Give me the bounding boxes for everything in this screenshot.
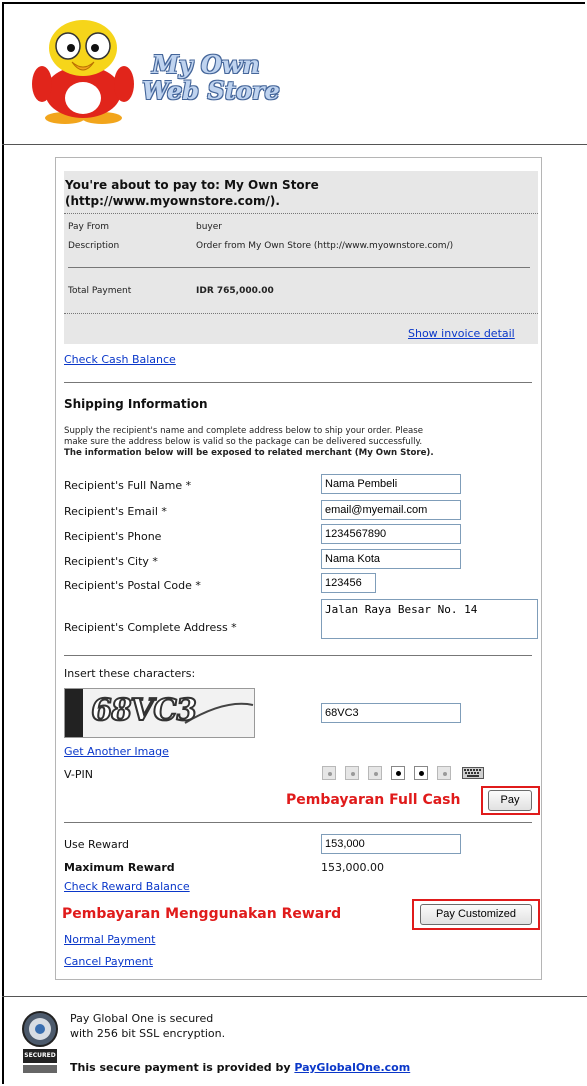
shipping-note-bold: The information below will be exposed to… <box>64 448 434 458</box>
merchant-title-line-1: You're about to pay to: My Own Store <box>65 178 319 192</box>
section-divider-1 <box>64 382 532 383</box>
recipient-postal-label: Recipient's Postal Code * <box>64 579 201 592</box>
section-divider-3 <box>64 822 532 823</box>
check-reward-balance-link[interactable]: Check Reward Balance <box>64 880 190 893</box>
header-divider <box>2 144 587 145</box>
description-value: Order from My Own Store (http://www.myow… <box>196 241 454 251</box>
store-logo[interactable]: My Own Web Store <box>20 14 290 126</box>
pay-from-label: Pay From <box>68 222 110 232</box>
vpin-keypad[interactable] <box>322 766 522 782</box>
merchant-title: You're about to pay to: My Own Store (ht… <box>65 177 535 209</box>
recipient-postal-input[interactable]: 123456 <box>321 573 376 593</box>
recipient-city-input[interactable]: Nama Kota <box>321 549 461 569</box>
use-reward-input[interactable]: 153,000 <box>321 834 461 854</box>
vpin-key-5[interactable] <box>414 766 428 780</box>
recipient-city-label: Recipient's City * <box>64 555 158 568</box>
total-divider <box>64 313 538 314</box>
reward-annotation: Pembayaran Menggunakan Reward <box>62 906 342 922</box>
total-payment-value: IDR 765,000.00 <box>196 286 274 296</box>
max-reward-label: Maximum Reward <box>64 861 175 874</box>
captcha-input[interactable]: 68VC3 <box>321 703 461 723</box>
max-reward-value: 153,000.00 <box>321 861 384 874</box>
pay-button[interactable]: Pay <box>488 790 532 811</box>
ssl-line-1: Pay Global One is secured <box>70 1012 214 1025</box>
recipient-phone-label: Recipient's Phone <box>64 530 162 543</box>
footer-divider <box>2 996 587 997</box>
merchant-title-line-2: (http://www.myownstore.com/). <box>65 194 280 208</box>
logo-line-2: Web Store <box>142 76 280 105</box>
recipient-email-input[interactable]: email@myemail.com <box>321 500 461 520</box>
recipient-address-label: Recipient's Complete Address * <box>64 621 237 634</box>
pay-from-value: buyer <box>196 222 222 232</box>
recipient-name-input[interactable]: Nama Pembeli <box>321 474 461 494</box>
logo-line-1: My Own <box>152 50 260 79</box>
captcha-text: 68VC3 <box>88 692 200 729</box>
section-divider-2 <box>64 655 532 656</box>
vpin-key-3[interactable] <box>368 766 382 780</box>
ssl-seal-text: SECURED <box>24 1052 56 1059</box>
total-payment-label: Total Payment <box>68 286 132 296</box>
cancel-payment-link[interactable]: Cancel Payment <box>64 955 153 968</box>
show-invoice-detail-link[interactable]: Show invoice detail <box>408 327 515 340</box>
check-cash-balance-link[interactable]: Check Cash Balance <box>64 353 176 366</box>
recipient-name-label: Recipient's Full Name * <box>64 479 192 492</box>
ssl-seal-icon <box>22 1011 58 1073</box>
paygloballone-link[interactable]: PayGlobalOne.com <box>294 1061 410 1074</box>
get-another-image-link[interactable]: Get Another Image <box>64 745 169 758</box>
merchant-title-divider <box>64 213 538 214</box>
full-cash-annotation: Pembayaran Full Cash <box>286 792 461 808</box>
vpin-key-6[interactable] <box>437 766 451 780</box>
vpin-key-2[interactable] <box>345 766 359 780</box>
captcha-prompt: Insert these characters: <box>64 667 196 680</box>
ssl-seal: SECURED <box>20 1009 60 1077</box>
normal-payment-link[interactable]: Normal Payment <box>64 933 155 946</box>
provider-line: This secure payment is provided by PayGl… <box>70 1061 410 1074</box>
recipient-address-textarea[interactable]: Jalan Raya Besar No. 14 <box>321 599 538 639</box>
ssl-line-2: with 256 bit SSL encryption. <box>70 1027 226 1040</box>
shipping-note-line-1: Supply the recipient's name and complete… <box>64 426 424 436</box>
vpin-key-4[interactable] <box>391 766 405 780</box>
recipient-phone-input[interactable]: 1234567890 <box>321 524 461 544</box>
shipping-note-line-2: make sure the address below is valid so … <box>64 437 423 447</box>
use-reward-label: Use Reward <box>64 838 130 851</box>
pay-customized-button[interactable]: Pay Customized <box>420 904 532 925</box>
vpin-key-1[interactable] <box>322 766 336 780</box>
description-divider <box>68 267 530 268</box>
shipping-note: Supply the recipient's name and complete… <box>64 426 534 459</box>
keyboard-icon[interactable] <box>462 767 484 779</box>
description-label: Description <box>68 241 120 251</box>
shipping-heading: Shipping Information <box>64 397 208 411</box>
captcha-image: 68VC3 <box>64 688 255 738</box>
provider-text: This secure payment is provided by <box>70 1061 295 1074</box>
recipient-email-label: Recipient's Email * <box>64 505 167 518</box>
vpin-label: V-PIN <box>64 768 93 781</box>
